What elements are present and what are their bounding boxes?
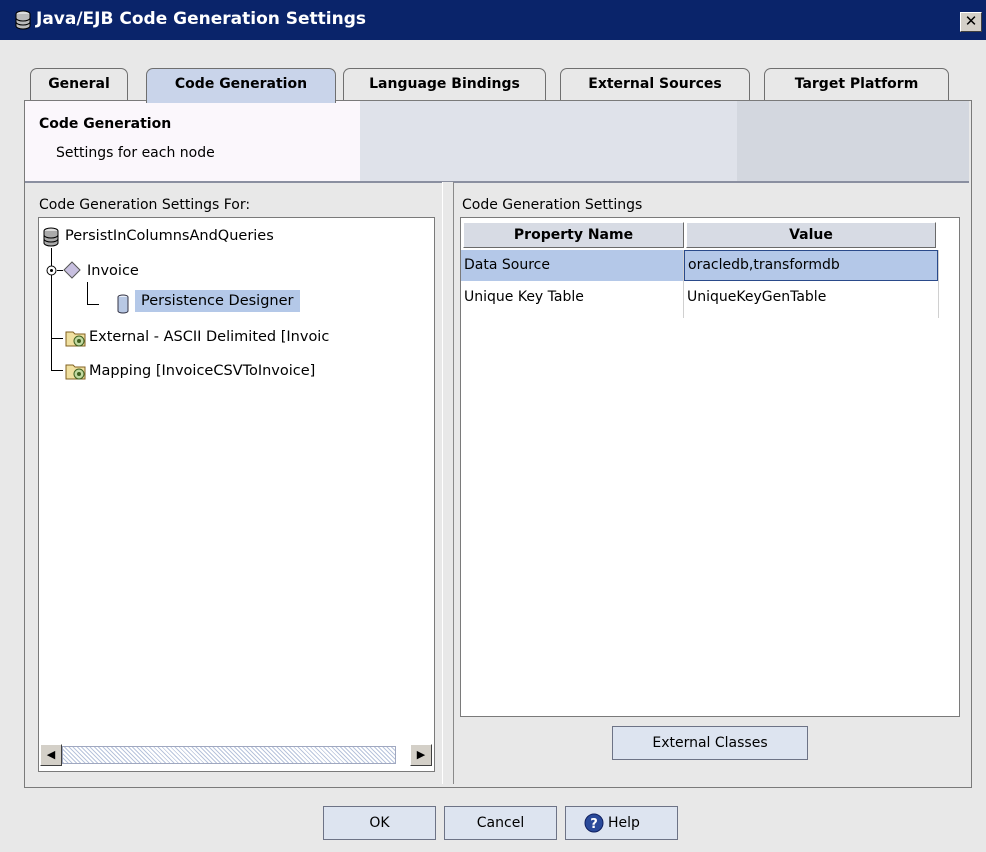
scrollbar-track[interactable] (62, 746, 396, 764)
section-header-left (25, 101, 360, 181)
tree-node-invoice[interactable]: Invoice (87, 263, 139, 279)
section-title: Code Generation (39, 116, 172, 132)
tree-node-external[interactable]: External - ASCII Delimited [Invoic (89, 329, 329, 345)
cell-value[interactable]: UniqueKeyGenTable (684, 282, 938, 312)
persistence-cylinder-icon (117, 294, 129, 314)
tab-general[interactable]: General (30, 68, 128, 102)
section-subtitle: Settings for each node (56, 145, 215, 161)
tree-node-persistence-designer[interactable]: Persistence Designer (135, 290, 300, 312)
cell-property[interactable]: Unique Key Table (461, 282, 683, 312)
help-icon: ? (584, 813, 604, 833)
column-header-property[interactable]: Property Name (463, 222, 684, 248)
tab-external-sources[interactable]: External Sources (560, 68, 750, 102)
ok-button[interactable]: OK (323, 806, 436, 840)
help-label: Help (608, 815, 640, 831)
scroll-left-button[interactable]: ◀ (40, 744, 62, 766)
tree-node-mapping[interactable]: Mapping [InvoiceCSVToInvoice] (89, 363, 315, 379)
tree-node-root[interactable]: PersistInColumnsAndQueries (65, 228, 274, 244)
panel-splitter[interactable] (442, 182, 454, 784)
expand-toggle-icon[interactable] (46, 265, 57, 276)
section-header-middle (360, 101, 737, 181)
title-bar: Java/EJB Code Generation Settings ✕ (0, 0, 986, 40)
settings-table: Property Name Value Data Source oracledb… (460, 217, 960, 717)
tab-target-platform[interactable]: Target Platform (764, 68, 949, 102)
class-diamond-icon (63, 261, 81, 279)
column-header-value[interactable]: Value (686, 222, 936, 248)
cell-property[interactable]: Data Source (461, 250, 683, 280)
close-button[interactable]: ✕ (960, 12, 982, 32)
horizontal-scrollbar[interactable]: ◀ ▶ (40, 744, 432, 766)
tree-label: Code Generation Settings For: (39, 197, 251, 213)
cell-value[interactable]: oracledb,transformdb (684, 250, 938, 281)
window-title: Java/EJB Code Generation Settings (36, 9, 367, 29)
cancel-button[interactable]: Cancel (444, 806, 557, 840)
node-tree[interactable]: PersistInColumnsAndQueries Invoice Persi… (38, 217, 435, 772)
database-icon (43, 227, 59, 247)
svg-text:?: ? (590, 817, 598, 832)
folder-gear-icon (65, 331, 86, 347)
help-button[interactable]: ? Help (565, 806, 678, 840)
folder-gear-icon (65, 364, 86, 380)
tab-language-bindings[interactable]: Language Bindings (343, 68, 546, 102)
scroll-right-button[interactable]: ▶ (410, 744, 432, 766)
settings-label: Code Generation Settings (462, 197, 643, 213)
tab-code-generation[interactable]: Code Generation (146, 68, 336, 103)
database-icon (15, 10, 31, 30)
external-classes-button[interactable]: External Classes (612, 726, 808, 760)
